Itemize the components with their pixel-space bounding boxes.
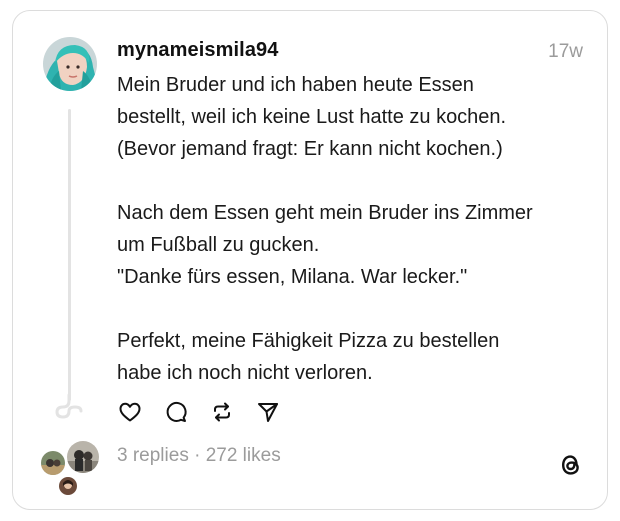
like-button[interactable] [117,399,143,425]
post-line: habe ich noch nicht verloren. [117,362,373,384]
heart-icon [119,402,141,422]
post-text: Mein Bruder und ich haben heute Essen be… [117,69,595,389]
post-actions [117,399,301,425]
post-timestamp[interactable]: 17w [548,41,583,63]
reply-avatars[interactable] [39,439,103,497]
post-line: bestellt, weil ich keine Lust hatte zu k… [117,106,507,128]
post-line: Perfekt, meine Fähigkeit Pizza zu bestel… [117,330,500,352]
thread-loop-icon [51,393,85,424]
comment-icon [166,402,187,422]
share-button[interactable] [255,399,281,425]
post-line: (Bevor jemand fragt: Er kann nicht koche… [117,138,503,160]
post-line: Mein Bruder und ich haben heute Essen [117,74,474,96]
reply-avatar [65,439,101,475]
post-card: mynameismila94 17w Mein Bruder und ich h… [12,10,608,510]
repost-icon [214,402,230,422]
post-paragraph: Mein Bruder und ich haben heute Essen be… [117,69,595,165]
post-line: um Fußball zu gucken. [117,234,320,256]
author-avatar[interactable] [43,37,97,91]
send-icon [258,403,278,422]
repost-button[interactable] [209,399,235,425]
thread-connector-line [68,109,71,401]
reply-button[interactable] [163,399,189,425]
reply-avatar [39,449,67,477]
post-stats[interactable]: 3 replies · 272 likes [117,445,281,467]
post-paragraph: Perfekt, meine Fähigkeit Pizza zu bestel… [117,325,595,389]
post-line: "Danke fürs essen, Milana. War lecker." [117,266,468,288]
author-username[interactable]: mynameismila94 [117,39,279,62]
threads-logo-icon[interactable] [557,451,585,479]
post-paragraph: Nach dem Essen geht mein Bruder ins Zimm… [117,197,595,293]
post-line: Nach dem Essen geht mein Bruder ins Zimm… [117,202,533,224]
reply-avatar [57,475,79,497]
